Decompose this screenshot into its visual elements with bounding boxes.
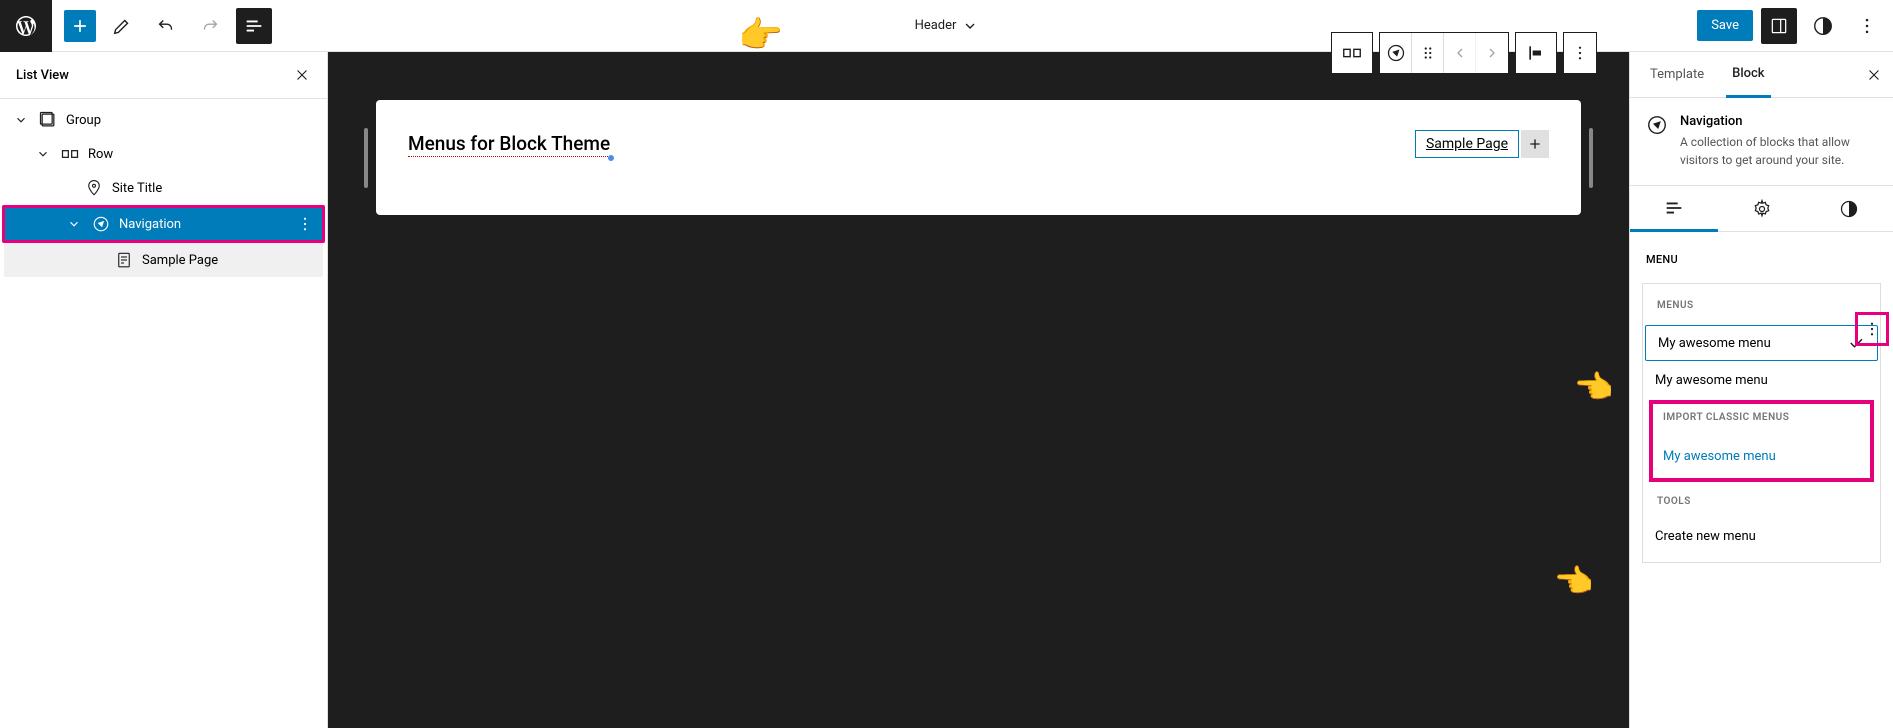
- resize-handle-left[interactable]: [364, 128, 368, 188]
- sub-tab-list[interactable]: [1630, 186, 1718, 232]
- import-classic-menu-link[interactable]: My awesome menu: [1663, 443, 1860, 470]
- move-right-button[interactable]: [1476, 33, 1508, 73]
- tree-label: Navigation: [119, 217, 181, 232]
- sidebar-tabs: Template Block: [1630, 52, 1893, 98]
- group-icon: [38, 110, 58, 130]
- tree-label: Sample Page: [142, 253, 218, 268]
- add-block-button[interactable]: [64, 10, 96, 42]
- tree-item-navigation[interactable]: Navigation: [2, 205, 325, 243]
- nav-link-sample-page[interactable]: Sample Page: [1415, 130, 1519, 158]
- chevron-down-icon: [34, 147, 52, 161]
- topbar-left-tools: [52, 8, 272, 44]
- redo-button[interactable]: [192, 8, 228, 44]
- more-options-button[interactable]: [1849, 8, 1885, 44]
- block-name: Navigation: [1680, 114, 1877, 129]
- page-block: Menus for Block Theme Sample Page: [376, 100, 1581, 215]
- menu-section: Menu: [1630, 232, 1893, 283]
- settings-sidebar: Template Block Navigation A collection o…: [1629, 52, 1893, 728]
- wordpress-logo[interactable]: [0, 0, 52, 52]
- sub-tab-settings[interactable]: [1718, 186, 1806, 231]
- tree-label: Site Title: [112, 181, 162, 196]
- chevron-down-icon: [65, 217, 83, 231]
- dropdown-item-label: Create new menu: [1655, 529, 1756, 544]
- row-icon: [60, 144, 80, 164]
- tab-block[interactable]: Block: [1726, 52, 1770, 98]
- import-classic-highlight: IMPORT CLASSIC MENUS My awesome menu: [1649, 400, 1874, 482]
- tree-item-options[interactable]: [296, 215, 314, 233]
- dropdown-menu-item-selected[interactable]: My awesome menu: [1645, 325, 1878, 361]
- dropdown-menu-item[interactable]: My awesome menu: [1643, 365, 1880, 396]
- toolbar-group-more: [1563, 32, 1597, 74]
- undo-button[interactable]: [148, 8, 184, 44]
- block-toolbar: [1331, 32, 1597, 74]
- toolbar-group-nav: [1379, 32, 1509, 74]
- tree-item-row[interactable]: Row: [0, 137, 327, 171]
- menu-options-button[interactable]: [1860, 317, 1884, 341]
- close-sidebar-button[interactable]: [1865, 66, 1883, 84]
- dropdown-tools-heading: TOOLS: [1657, 496, 1866, 507]
- menu-options-highlight: [1855, 312, 1889, 346]
- chevron-down-icon: [12, 113, 30, 127]
- toolbar-group-block: [1331, 32, 1373, 74]
- styles-button[interactable]: [1805, 8, 1841, 44]
- pointer-emoji-menu: 👉: [1575, 368, 1615, 406]
- topbar-right: Save: [1697, 8, 1893, 44]
- navigation-block: Sample Page: [1415, 130, 1549, 158]
- dropdown-import-heading: IMPORT CLASSIC MENUS: [1663, 412, 1860, 423]
- block-description: A collection of blocks that allow visito…: [1680, 133, 1877, 169]
- document-title[interactable]: Header: [915, 18, 979, 34]
- row-block-button[interactable]: [1332, 33, 1372, 73]
- tree-item-sample-page[interactable]: Sample Page: [4, 243, 323, 277]
- compass-button[interactable]: [1380, 33, 1412, 73]
- main-layout: List View Group Row Site Title: [0, 52, 1893, 728]
- add-nav-item-button[interactable]: [1521, 130, 1549, 158]
- block-info: Navigation A collection of blocks that a…: [1630, 98, 1893, 186]
- document-title-text: Header: [915, 18, 957, 33]
- compass-icon: [1646, 114, 1668, 169]
- align-button[interactable]: [1516, 33, 1556, 73]
- block-tree: Group Row Site Title Navigation Sample P…: [0, 99, 327, 277]
- list-view-toggle[interactable]: [236, 8, 272, 44]
- chevron-down-icon: [962, 18, 978, 34]
- topbar: Header Save: [0, 0, 1893, 52]
- compass-icon: [91, 215, 111, 233]
- edit-tool-button[interactable]: [104, 8, 140, 44]
- pointer-emoji-header: 👉: [738, 14, 783, 56]
- pointer-emoji-import: 👉: [1555, 562, 1595, 600]
- map-pin-icon: [84, 179, 104, 197]
- settings-panel-toggle[interactable]: [1761, 8, 1797, 44]
- block-sub-tabs: [1630, 186, 1893, 232]
- sub-tab-styles[interactable]: [1805, 186, 1893, 231]
- move-left-button[interactable]: [1444, 33, 1476, 73]
- dropdown-item-label: My awesome menu: [1655, 373, 1768, 388]
- tree-label: Row: [88, 147, 113, 162]
- list-view-panel: List View Group Row Site Title: [0, 52, 328, 728]
- page-icon: [114, 251, 134, 269]
- drag-handle[interactable]: [1412, 33, 1444, 73]
- list-view-title: List View: [16, 68, 69, 83]
- save-button[interactable]: Save: [1697, 10, 1753, 41]
- tab-template[interactable]: Template: [1644, 53, 1710, 96]
- create-new-menu-button[interactable]: Create new menu: [1643, 521, 1880, 552]
- tree-item-site-title[interactable]: Site Title: [0, 171, 327, 205]
- list-view-header: List View: [0, 52, 327, 99]
- block-more-button[interactable]: [1564, 33, 1596, 73]
- tree-item-group[interactable]: Group: [0, 103, 327, 137]
- site-title-block[interactable]: Menus for Block Theme: [408, 132, 610, 155]
- toolbar-group-align: [1515, 32, 1557, 74]
- dropdown-menus-heading: MENUS: [1657, 300, 1866, 311]
- resize-handle-right[interactable]: [1589, 128, 1593, 188]
- tree-label: Group: [66, 113, 101, 128]
- close-list-view-button[interactable]: [293, 66, 311, 84]
- editor-canvas: Menus for Block Theme Sample Page: [328, 52, 1629, 728]
- menu-dropdown: MENUS My awesome menu My awesome menu IM…: [1642, 283, 1881, 563]
- dropdown-item-label: My awesome menu: [1658, 336, 1771, 351]
- menu-label: Menu: [1646, 253, 1678, 266]
